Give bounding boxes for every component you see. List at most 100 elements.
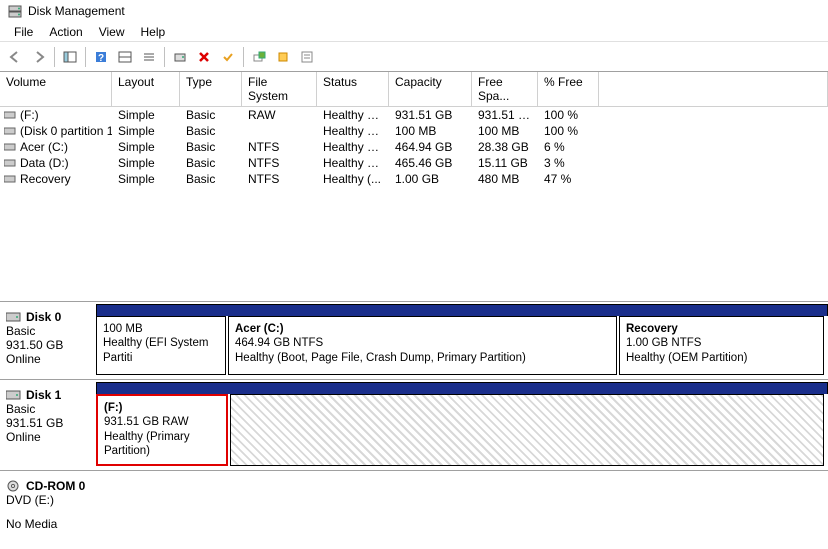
disk1-size: 931.51 GB <box>6 416 88 430</box>
part-line2: Healthy (Boot, Page File, Crash Dump, Pr… <box>235 351 610 365</box>
vol-layout: Simple <box>112 155 180 171</box>
volume-icon <box>4 127 16 135</box>
disk-icon <box>6 389 22 401</box>
col-layout[interactable]: Layout <box>112 72 180 106</box>
vol-name: Data (D:) <box>20 156 69 170</box>
toolbar: ? <box>0 42 828 72</box>
menu-action[interactable]: Action <box>41 23 90 41</box>
svg-text:?: ? <box>98 53 104 64</box>
col-spacer <box>599 72 828 106</box>
volume-row[interactable]: (F:)SimpleBasicRAWHealthy (P...931.51 GB… <box>0 107 828 123</box>
vol-name: Acer (C:) <box>20 140 68 154</box>
col-type[interactable]: Type <box>180 72 242 106</box>
menu-help[interactable]: Help <box>133 23 174 41</box>
window-title: Disk Management <box>28 4 125 18</box>
list-icon[interactable] <box>138 46 160 68</box>
vol-layout: Simple <box>112 123 180 139</box>
col-pctfree[interactable]: % Free <box>538 72 599 106</box>
col-capacity[interactable]: Capacity <box>389 72 472 106</box>
vol-layout: Simple <box>112 107 180 123</box>
volume-icon <box>4 175 16 183</box>
help-icon[interactable]: ? <box>90 46 112 68</box>
volume-row[interactable]: (Disk 0 partition 1)SimpleBasicHealthy (… <box>0 123 828 139</box>
disk-info-0[interactable]: Disk 0 Basic 931.50 GB Online <box>0 302 94 379</box>
disk-panels: Disk 0 Basic 931.50 GB Online 100 MB Hea… <box>0 302 828 549</box>
cdrom-graphic <box>94 471 828 549</box>
col-fs[interactable]: File System <box>242 72 317 106</box>
disk1-type: Basic <box>6 402 88 416</box>
toolbar-sep-4 <box>243 47 244 67</box>
col-freespace[interactable]: Free Spa... <box>472 72 538 106</box>
disk-icon <box>6 311 22 323</box>
part-sub: 1.00 GB NTFS <box>626 336 817 350</box>
part-line2: Healthy (OEM Partition) <box>626 351 817 365</box>
volume-icon <box>4 143 16 151</box>
menu-view[interactable]: View <box>91 23 133 41</box>
menu-file[interactable]: File <box>6 23 41 41</box>
vol-status: Healthy (... <box>317 171 389 187</box>
disk1-state: Online <box>6 430 88 444</box>
vol-layout: Simple <box>112 171 180 187</box>
title-bar: Disk Management <box>0 0 828 22</box>
forward-icon[interactable] <box>28 46 50 68</box>
attach-icon[interactable] <box>248 46 270 68</box>
format-icon[interactable] <box>169 46 191 68</box>
disk1-stripe <box>96 382 828 394</box>
part-title: Acer (C:) <box>235 322 610 336</box>
disk1-partition-0[interactable]: (F:) 931.51 GB RAW Healthy (Primary Part… <box>96 394 228 466</box>
disk0-type: Basic <box>6 324 88 338</box>
action2-icon[interactable] <box>272 46 294 68</box>
disk0-stripe <box>96 304 828 316</box>
col-status[interactable]: Status <box>317 72 389 106</box>
vol-fs: RAW <box>242 107 317 123</box>
vol-type: Basic <box>180 155 242 171</box>
disk-info-cdrom[interactable]: CD-ROM 0 DVD (E:) No Media <box>0 471 94 549</box>
part-sub: 464.94 GB NTFS <box>235 336 610 350</box>
back-icon[interactable] <box>4 46 26 68</box>
vol-free: 15.11 GB <box>472 155 538 171</box>
vol-status: Healthy (B... <box>317 139 389 155</box>
check-icon[interactable] <box>217 46 239 68</box>
volume-row[interactable]: Acer (C:)SimpleBasicNTFSHealthy (B...464… <box>0 139 828 155</box>
volume-row[interactable]: Data (D:)SimpleBasicNTFSHealthy (P...465… <box>0 155 828 171</box>
properties-icon[interactable] <box>296 46 318 68</box>
cdrom-icon <box>6 480 22 492</box>
disk-panel-cdrom: CD-ROM 0 DVD (E:) No Media <box>0 471 828 549</box>
disk0-partition-1[interactable]: Acer (C:) 464.94 GB NTFS Healthy (Boot, … <box>228 316 617 375</box>
vol-type: Basic <box>180 139 242 155</box>
part-title: Recovery <box>626 322 817 336</box>
col-volume[interactable]: Volume <box>0 72 112 106</box>
vol-pct: 47 % <box>538 171 599 187</box>
vol-fs <box>242 123 317 139</box>
part-line2: Healthy (Primary Partition) <box>104 430 220 459</box>
app-icon <box>8 4 22 18</box>
vol-pct: 100 % <box>538 107 599 123</box>
disk-info-1[interactable]: Disk 1 Basic 931.51 GB Online <box>0 380 94 470</box>
disk0-partition-0[interactable]: 100 MB Healthy (EFI System Partiti <box>96 316 226 375</box>
vol-name: (Disk 0 partition 1) <box>20 124 112 138</box>
vol-type: Basic <box>180 107 242 123</box>
vol-free: 28.38 GB <box>472 139 538 155</box>
volume-row[interactable]: RecoverySimpleBasicNTFSHealthy (...1.00 … <box>0 171 828 187</box>
disk0-graphic: 100 MB Healthy (EFI System Partiti Acer … <box>94 302 828 379</box>
vol-capacity: 464.94 GB <box>389 139 472 155</box>
volume-icon <box>4 111 16 119</box>
panel-icon[interactable] <box>114 46 136 68</box>
cdrom-state: No Media <box>6 517 88 531</box>
vol-fs: NTFS <box>242 155 317 171</box>
disk0-partition-2[interactable]: Recovery 1.00 GB NTFS Healthy (OEM Parti… <box>619 316 824 375</box>
vol-capacity: 931.51 GB <box>389 107 472 123</box>
disk1-name: Disk 1 <box>26 388 61 402</box>
vol-free: 931.51 GB <box>472 107 538 123</box>
volume-list-header: Volume Layout Type File System Status Ca… <box>0 72 828 107</box>
disk1-partition-1[interactable] <box>230 394 824 466</box>
show-console-icon[interactable] <box>59 46 81 68</box>
vol-pct: 6 % <box>538 139 599 155</box>
toolbar-sep-3 <box>164 47 165 67</box>
delete-icon[interactable] <box>193 46 215 68</box>
part-sub: 931.51 GB RAW <box>104 415 220 429</box>
vol-layout: Simple <box>112 139 180 155</box>
menu-bar: File Action View Help <box>0 22 828 42</box>
disk0-name: Disk 0 <box>26 310 61 324</box>
vol-fs: NTFS <box>242 171 317 187</box>
